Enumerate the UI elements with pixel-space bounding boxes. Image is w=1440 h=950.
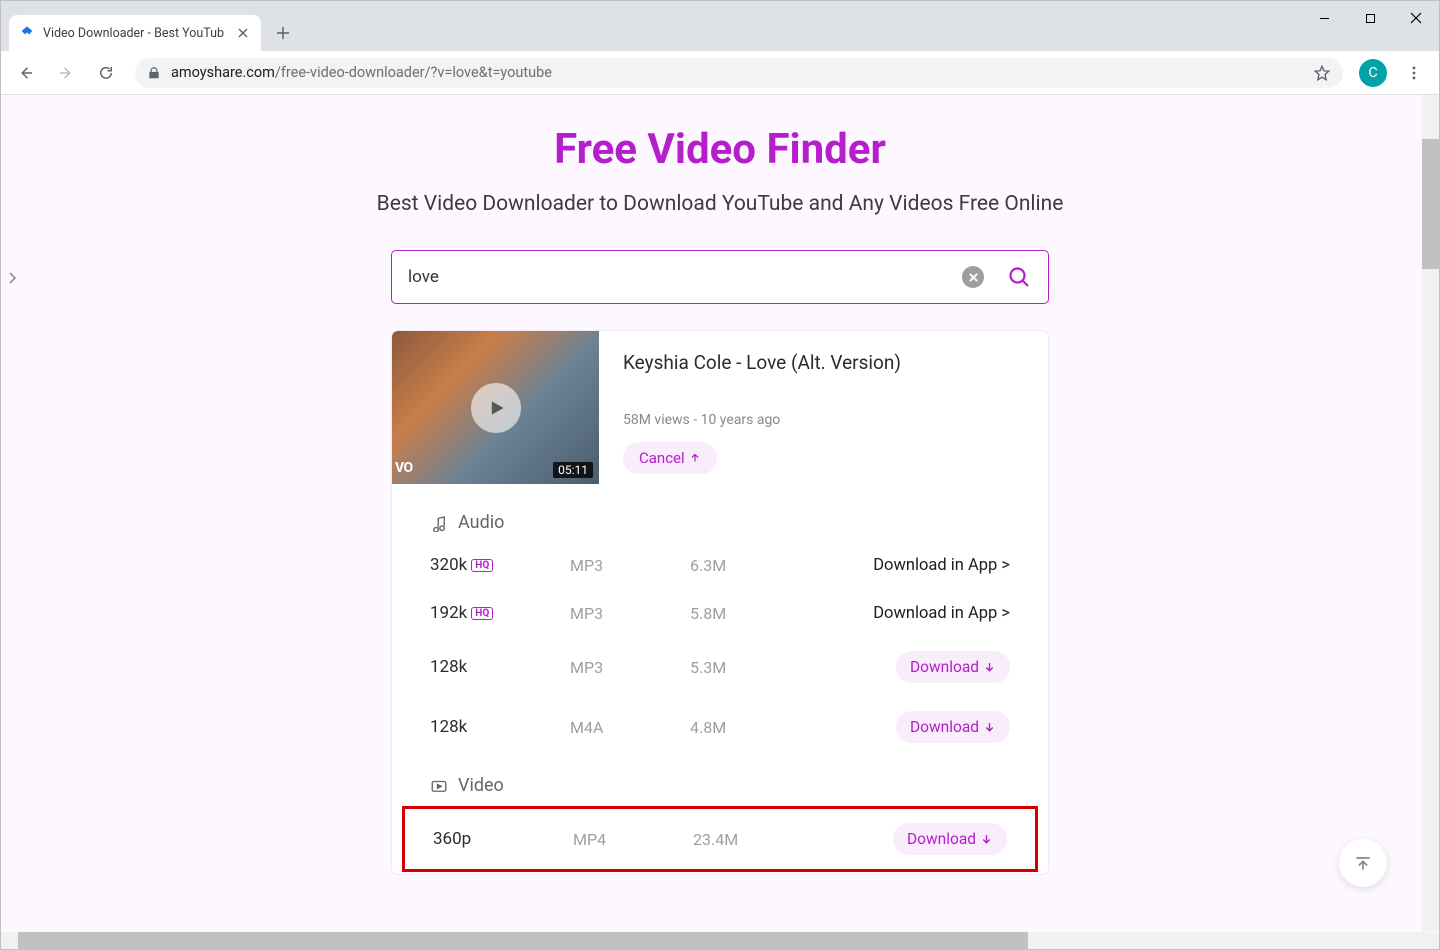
bookmark-star-icon[interactable] (1313, 64, 1331, 82)
row-action: Download (873, 823, 1007, 855)
page-subtitle: Best Video Downloader to Download YouTub… (1, 192, 1439, 216)
new-tab-button[interactable] (269, 19, 297, 47)
format-type: MP4 (573, 830, 693, 849)
page-content: Free Video Finder Best Video Downloader … (1, 95, 1439, 875)
cancel-button[interactable]: Cancel (623, 442, 717, 474)
quality-label: 320kHQ (430, 555, 570, 575)
format-size: 6.3M (690, 556, 870, 575)
chevron-up-icon (689, 452, 701, 464)
search-box (391, 250, 1049, 304)
search-icon[interactable] (1006, 264, 1032, 290)
minimize-button[interactable] (1301, 1, 1347, 35)
video-icon (430, 777, 448, 795)
video-section-header: Video (392, 757, 1048, 804)
quality-label: 128k (430, 717, 570, 737)
hq-badge: HQ (471, 559, 493, 572)
download-button[interactable]: Download (896, 651, 1010, 683)
browser-tab[interactable]: Video Downloader - Best YouTub (9, 15, 261, 51)
horizontal-scrollbar[interactable] (1, 932, 1439, 949)
vertical-scrollbar[interactable] (1422, 95, 1439, 931)
vertical-scrollbar-thumb[interactable] (1422, 139, 1439, 269)
close-window-button[interactable] (1393, 1, 1439, 35)
horizontal-scrollbar-thumb[interactable] (18, 932, 1028, 949)
profile-avatar[interactable]: C (1359, 59, 1387, 87)
lock-icon (147, 66, 161, 80)
format-size: 5.8M (690, 604, 870, 623)
tab-title: Video Downloader - Best YouTub (43, 26, 235, 41)
browser-window: Video Downloader - Best YouTub (0, 0, 1440, 950)
quality-label: 192kHQ (430, 603, 570, 623)
format-row: 128kM4A4.8M Download (392, 697, 1048, 757)
format-type: MP3 (570, 604, 690, 623)
download-label: Download (910, 658, 979, 676)
page-title: Free Video Finder (1, 125, 1439, 174)
download-in-app-link[interactable]: Download in App > (873, 604, 1010, 623)
audio-icon (430, 514, 448, 532)
row-action: Download in App > (870, 555, 1010, 575)
download-button[interactable]: Download (893, 823, 1007, 855)
row-action: Download (870, 651, 1010, 683)
download-arrow-icon (983, 661, 996, 674)
browser-toolbar: amoyshare.com/free-video-downloader/?v=l… (1, 51, 1439, 95)
format-size: 5.3M (690, 658, 870, 677)
format-row: 320kHQMP36.3MDownload in App > (392, 541, 1048, 589)
hq-badge: HQ (471, 607, 493, 620)
titlebar: Video Downloader - Best YouTub (1, 1, 1439, 51)
format-type: MP3 (570, 658, 690, 677)
result-meta: 58M views - 10 years ago (623, 412, 1024, 428)
content-area: Free Video Finder Best Video Downloader … (1, 95, 1439, 949)
download-in-app-link[interactable]: Download in App > (873, 556, 1010, 575)
download-button[interactable]: Download (896, 711, 1010, 743)
play-icon[interactable] (471, 383, 521, 433)
row-action: Download in App > (870, 603, 1010, 623)
download-label: Download (907, 830, 976, 848)
format-type: MP3 (570, 556, 690, 575)
format-row: 192kHQMP35.8MDownload in App > (392, 589, 1048, 637)
format-size: 4.8M (690, 718, 870, 737)
download-arrow-icon (980, 833, 993, 846)
result-info: Keyshia Cole - Love (Alt. Version) 58M v… (599, 331, 1048, 494)
video-duration: 05:11 (553, 462, 593, 478)
tab-close-icon[interactable] (235, 25, 251, 41)
search-input[interactable] (408, 267, 962, 287)
quality-label: 360p (433, 829, 573, 849)
result-header: VO 05:11 Keyshia Cole - Love (Alt. Versi… (392, 331, 1048, 494)
format-type: M4A (570, 718, 690, 737)
back-button[interactable] (9, 56, 43, 90)
window-controls (1301, 1, 1439, 35)
video-label: Video (458, 775, 504, 796)
row-action: Download (870, 711, 1010, 743)
site-favicon (19, 25, 35, 41)
vevo-badge: VO (392, 460, 413, 476)
format-size: 23.4M (693, 830, 873, 849)
highlighted-row: 360pMP423.4M Download (402, 806, 1038, 872)
scroll-to-top-button[interactable] (1339, 839, 1387, 887)
quality-label: 128k (430, 657, 570, 677)
expand-drawer-icon[interactable] (1, 267, 23, 289)
browser-menu-button[interactable] (1397, 56, 1431, 90)
clear-search-icon[interactable] (962, 266, 984, 288)
audio-section-header: Audio (392, 494, 1048, 541)
cancel-label: Cancel (639, 449, 685, 467)
audio-label: Audio (458, 512, 504, 533)
reload-button[interactable] (89, 56, 123, 90)
forward-button[interactable] (49, 56, 83, 90)
video-thumbnail[interactable]: VO 05:11 (392, 331, 599, 484)
address-bar[interactable]: amoyshare.com/free-video-downloader/?v=l… (135, 58, 1343, 88)
result-card: VO 05:11 Keyshia Cole - Love (Alt. Versi… (391, 330, 1049, 875)
url-text: amoyshare.com/free-video-downloader/?v=l… (171, 64, 1313, 81)
avatar-letter: C (1368, 65, 1377, 81)
maximize-button[interactable] (1347, 1, 1393, 35)
result-title: Keyshia Cole - Love (Alt. Version) (623, 351, 1024, 374)
format-row: 128kMP35.3M Download (392, 637, 1048, 697)
download-arrow-icon (983, 721, 996, 734)
format-row: 360pMP423.4M Download (405, 809, 1035, 869)
download-label: Download (910, 718, 979, 736)
